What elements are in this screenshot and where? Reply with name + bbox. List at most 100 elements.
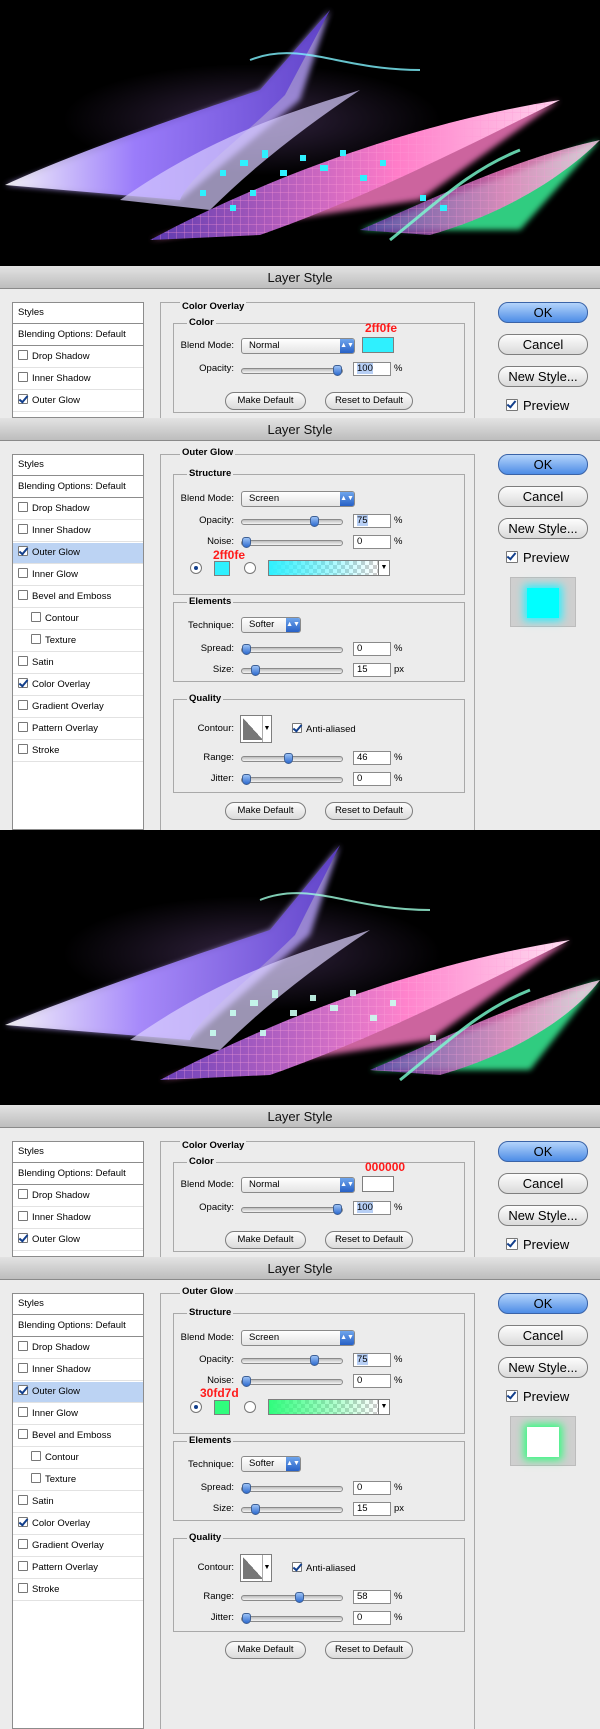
checkbox[interactable] bbox=[31, 634, 41, 644]
ok-button[interactable]: OK bbox=[498, 302, 588, 323]
opacity-field[interactable]: 100 bbox=[353, 1201, 391, 1215]
glow-color-swatch[interactable] bbox=[214, 1400, 230, 1415]
checkbox[interactable] bbox=[18, 350, 28, 360]
preview-toggle[interactable]: Preview bbox=[506, 398, 569, 413]
opacity-slider[interactable] bbox=[241, 516, 343, 527]
slider-knob[interactable] bbox=[310, 1355, 319, 1366]
checkbox[interactable] bbox=[18, 1189, 28, 1199]
style-inner-shadow[interactable]: Inner Shadow bbox=[13, 369, 143, 390]
style-bevel-emboss[interactable]: Bevel and Emboss bbox=[13, 1426, 143, 1447]
style-inner-shadow[interactable]: Inner Shadow bbox=[13, 1208, 143, 1229]
style-pattern-overlay[interactable]: Pattern Overlay bbox=[13, 1558, 143, 1579]
checkbox[interactable] bbox=[18, 1429, 28, 1439]
make-default-button[interactable]: Make Default bbox=[225, 392, 306, 410]
checkbox[interactable] bbox=[18, 744, 28, 754]
checkbox[interactable] bbox=[18, 1539, 28, 1549]
reset-to-default-button[interactable]: Reset to Default bbox=[325, 802, 413, 820]
checkbox[interactable] bbox=[31, 612, 41, 622]
slider-knob[interactable] bbox=[284, 753, 293, 764]
color-swatch[interactable] bbox=[362, 1176, 394, 1192]
preview-toggle[interactable]: Preview bbox=[506, 1237, 569, 1252]
slider-knob[interactable] bbox=[333, 365, 342, 376]
style-bevel-emboss[interactable]: Bevel and Emboss bbox=[13, 587, 143, 608]
new-style-button[interactable]: New Style... bbox=[498, 366, 588, 387]
checkbox-checked[interactable] bbox=[506, 399, 518, 411]
checkbox[interactable] bbox=[18, 1363, 28, 1373]
style-color-overlay[interactable]: Color Overlay bbox=[13, 1514, 143, 1535]
opacity-slider[interactable] bbox=[241, 1355, 343, 1366]
styles-header[interactable]: Styles bbox=[13, 455, 143, 476]
checkbox-checked[interactable] bbox=[18, 546, 28, 556]
size-field[interactable]: 15 bbox=[353, 1502, 391, 1516]
size-slider[interactable] bbox=[241, 665, 343, 676]
styles-header[interactable]: Styles bbox=[13, 1294, 143, 1315]
color-swatch[interactable] bbox=[362, 337, 394, 353]
slider-knob[interactable] bbox=[242, 644, 251, 655]
chevron-down-icon[interactable]: ▼ bbox=[378, 561, 389, 575]
blend-mode-select[interactable]: Normal ▲▼ bbox=[241, 1177, 355, 1193]
checkbox[interactable] bbox=[18, 1407, 28, 1417]
checkbox[interactable] bbox=[18, 524, 28, 534]
ok-button[interactable]: OK bbox=[498, 1141, 588, 1162]
checkbox-checked[interactable] bbox=[18, 1517, 28, 1527]
style-color-overlay[interactable]: Color Overlay bbox=[13, 675, 143, 696]
preview-toggle[interactable]: Preview bbox=[506, 550, 569, 565]
gradient-picker[interactable]: ▼ bbox=[268, 1399, 390, 1415]
style-pattern-overlay[interactable]: Pattern Overlay bbox=[13, 719, 143, 740]
contour-picker[interactable]: ▼ bbox=[240, 715, 272, 743]
reset-to-default-button[interactable]: Reset to Default bbox=[325, 1231, 413, 1249]
preview-toggle[interactable]: Preview bbox=[506, 1389, 569, 1404]
style-inner-shadow[interactable]: Inner Shadow bbox=[13, 521, 143, 542]
color-radio[interactable] bbox=[190, 1401, 202, 1413]
opacity-field[interactable]: 75 bbox=[353, 514, 391, 528]
chevron-down-icon[interactable]: ▼ bbox=[262, 1555, 271, 1581]
checkbox[interactable] bbox=[18, 1561, 28, 1571]
checkbox-checked[interactable] bbox=[18, 1233, 28, 1243]
slider-knob[interactable] bbox=[251, 1504, 260, 1515]
opacity-field[interactable]: 75 bbox=[353, 1353, 391, 1367]
cancel-button[interactable]: Cancel bbox=[498, 1173, 588, 1194]
noise-slider[interactable] bbox=[241, 1376, 343, 1387]
range-field[interactable]: 58 bbox=[353, 1590, 391, 1604]
checkbox[interactable] bbox=[18, 722, 28, 732]
styles-header[interactable]: Styles bbox=[13, 1142, 143, 1163]
opacity-slider[interactable] bbox=[241, 365, 343, 376]
checkbox-checked[interactable] bbox=[506, 1390, 518, 1402]
slider-knob[interactable] bbox=[242, 537, 251, 548]
reset-to-default-button[interactable]: Reset to Default bbox=[325, 392, 413, 410]
blend-mode-select[interactable]: Screen ▲▼ bbox=[241, 491, 355, 507]
noise-field[interactable]: 0 bbox=[353, 535, 391, 549]
size-field[interactable]: 15 bbox=[353, 663, 391, 677]
range-field[interactable]: 46 bbox=[353, 751, 391, 765]
spread-slider[interactable] bbox=[241, 1483, 343, 1494]
style-outer-glow[interactable]: Outer Glow bbox=[13, 543, 143, 564]
checkbox[interactable] bbox=[18, 1495, 28, 1505]
checkbox-checked[interactable] bbox=[292, 723, 302, 733]
style-texture[interactable]: Texture bbox=[13, 631, 143, 652]
make-default-button[interactable]: Make Default bbox=[225, 1641, 306, 1659]
style-satin[interactable]: Satin bbox=[13, 1492, 143, 1513]
color-radio[interactable] bbox=[190, 562, 202, 574]
slider-knob[interactable] bbox=[242, 774, 251, 785]
style-drop-shadow[interactable]: Drop Shadow bbox=[13, 1338, 143, 1359]
ok-button[interactable]: OK bbox=[498, 1293, 588, 1314]
blending-options[interactable]: Blending Options: Default bbox=[13, 477, 143, 498]
new-style-button[interactable]: New Style... bbox=[498, 1357, 588, 1378]
style-outer-glow[interactable]: Outer Glow bbox=[13, 1230, 143, 1251]
slider-knob[interactable] bbox=[242, 1613, 251, 1624]
style-inner-glow[interactable]: Inner Glow bbox=[13, 1404, 143, 1425]
chevron-down-icon[interactable]: ▼ bbox=[262, 716, 271, 742]
style-contour[interactable]: Contour bbox=[13, 609, 143, 630]
style-stroke[interactable]: Stroke bbox=[13, 1580, 143, 1601]
range-slider[interactable] bbox=[241, 753, 343, 764]
jitter-slider[interactable] bbox=[241, 774, 343, 785]
checkbox[interactable] bbox=[18, 568, 28, 578]
jitter-field[interactable]: 0 bbox=[353, 1611, 391, 1625]
style-drop-shadow[interactable]: Drop Shadow bbox=[13, 499, 143, 520]
slider-knob[interactable] bbox=[310, 516, 319, 527]
checkbox[interactable] bbox=[18, 700, 28, 710]
checkbox-checked[interactable] bbox=[18, 394, 28, 404]
reset-to-default-button[interactable]: Reset to Default bbox=[325, 1641, 413, 1659]
style-texture[interactable]: Texture bbox=[13, 1470, 143, 1491]
cancel-button[interactable]: Cancel bbox=[498, 486, 588, 507]
